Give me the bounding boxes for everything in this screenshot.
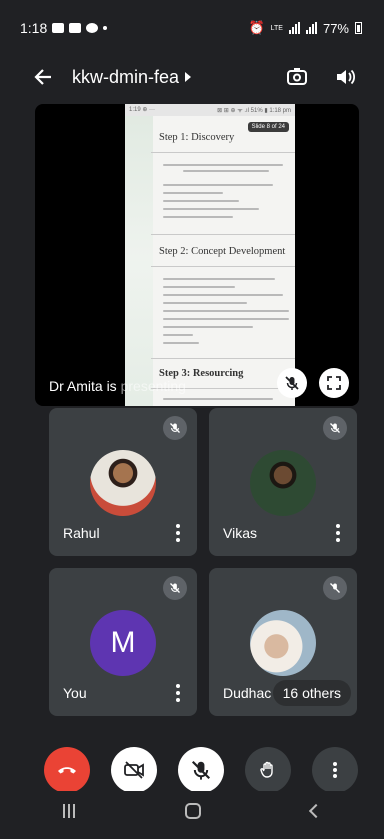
participant-tile[interactable]: M You [49, 568, 197, 716]
system-nav-bar [8, 791, 376, 831]
status-bar: 1:18 ⏰ LTE 77% [20, 18, 362, 38]
muted-indicator [323, 576, 347, 600]
fullscreen-button[interactable] [319, 368, 349, 398]
camera-off-icon [124, 761, 144, 779]
mic-off-icon [285, 376, 299, 390]
presentation-tile[interactable]: 1:19 ⊕ ··· ⊠ ⊞ ⊕ ᯤ .ıl 51% ▮ 1:18 pm Sli… [35, 104, 359, 406]
participant-avatar: M [90, 610, 156, 676]
slide-text-line [163, 192, 223, 194]
presenter-name: Dr Amita is [49, 378, 121, 394]
slide-heading-1: Step 1: Discovery [159, 132, 235, 143]
slide-text-line [163, 334, 193, 336]
more-options-button[interactable] [312, 747, 358, 793]
mic-off-icon [170, 583, 180, 593]
status-left: 1:18 [20, 20, 108, 36]
mic-toggle-button[interactable] [178, 747, 224, 793]
battery-level: 77% [322, 20, 349, 36]
app-actions [284, 64, 358, 90]
mic-off-icon [330, 423, 340, 433]
presenter-suffix: presenting [120, 378, 186, 394]
mic-off-icon [170, 423, 180, 433]
slide-text-line [163, 208, 259, 210]
chevron-right-icon [185, 72, 192, 82]
participant-menu-icon[interactable] [175, 684, 181, 702]
slide-text-line [163, 184, 273, 186]
signal-icon [288, 22, 300, 34]
mic-off-icon [191, 760, 211, 780]
raise-hand-button[interactable] [245, 747, 291, 793]
slide-rule [151, 152, 295, 153]
gallery-icon [69, 23, 82, 33]
slide-text-line [163, 200, 239, 202]
slide-text-line [163, 294, 283, 296]
end-call-icon [58, 767, 76, 774]
camera-toggle-button[interactable] [111, 747, 157, 793]
slide-text-line [163, 310, 289, 312]
fullscreen-icon [327, 376, 341, 390]
muted-indicator [163, 416, 187, 440]
slide-text-line [183, 170, 269, 172]
app-frame: 1:18 ⏰ LTE 77% kkw-dmin-fea 1:19 ⊕ ··· ⊠… [8, 8, 376, 831]
slide-text-line [163, 318, 289, 320]
participant-name: Rahul [63, 525, 100, 541]
participant-menu-icon[interactable] [335, 524, 341, 542]
participant-tile[interactable]: Dudhac 16 others [209, 568, 357, 716]
participant-avatar [250, 610, 316, 676]
slide-text-line [163, 326, 253, 328]
signal-icon-2 [305, 22, 317, 34]
meeting-title: kkw-dmin-fea [72, 66, 180, 87]
muted-indicator [323, 416, 347, 440]
slide-text-line [163, 398, 273, 400]
alarm-icon: ⏰ [248, 20, 265, 35]
slide-status-left: 1:19 ⊕ ··· [129, 107, 156, 113]
battery-icon [355, 22, 362, 34]
slide-text-line [163, 216, 233, 218]
slide-rule [151, 358, 295, 359]
muted-indicator [163, 576, 187, 600]
speaker-icon[interactable] [332, 64, 358, 90]
participant-tile[interactable]: Vikas [209, 408, 357, 556]
message-icon [52, 23, 65, 33]
mic-off-icon [330, 583, 340, 593]
participant-menu-icon[interactable] [175, 524, 181, 542]
slide-text-line [163, 302, 247, 304]
status-time: 1:18 [20, 20, 48, 36]
slide-text-line [163, 278, 275, 280]
app-bar: kkw-dmin-fea [28, 60, 358, 94]
participant-name: Vikas [223, 525, 257, 541]
back-arrow-icon[interactable] [28, 62, 58, 92]
slide-rule [151, 234, 295, 235]
participant-name: You [63, 685, 87, 701]
status-right: ⏰ LTE 77% [248, 20, 362, 36]
participant-avatar [90, 450, 156, 516]
slide-status-right: ⊠ ⊞ ⊕ ᯤ .ıl 51% ▮ 1:18 pm [217, 108, 291, 114]
participant-avatar [250, 450, 316, 516]
slide-counter-badge: Slide 8 of 24 [247, 122, 289, 132]
end-call-button[interactable] [44, 747, 90, 793]
slide-status-bar: 1:19 ⊕ ··· ⊠ ⊞ ⊕ ᯤ .ıl 51% ▮ 1:18 pm [125, 104, 295, 116]
presenter-label: Dr Amita is presenting [49, 378, 186, 394]
shared-slide: 1:19 ⊕ ··· ⊠ ⊞ ⊕ ᯤ .ıl 51% ▮ 1:18 pm Sli… [125, 104, 295, 406]
slide-text-line [163, 286, 235, 288]
slide-text-line [163, 164, 283, 166]
slide-text-line [163, 342, 199, 344]
chat-icon [86, 23, 99, 33]
slide-decoration [125, 116, 153, 406]
others-count-chip[interactable]: 16 others [272, 680, 351, 706]
slide-heading-2: Step 2: Concept Development [159, 246, 286, 257]
home-icon[interactable] [185, 803, 201, 819]
recents-icon[interactable] [63, 804, 75, 818]
slide-rule [151, 266, 295, 267]
back-icon[interactable] [308, 803, 324, 819]
participant-tile[interactable]: Rahul [49, 408, 197, 556]
presenter-mute-button[interactable] [277, 368, 307, 398]
call-controls [44, 747, 358, 793]
participant-name: Dudhac [223, 685, 272, 701]
raise-hand-icon [260, 761, 273, 778]
more-options-icon [333, 762, 337, 778]
notification-dot-icon [103, 26, 108, 30]
switch-camera-icon[interactable] [284, 64, 310, 90]
meeting-title-button[interactable]: kkw-dmin-fea [72, 66, 192, 88]
network-type: LTE [270, 24, 283, 32]
